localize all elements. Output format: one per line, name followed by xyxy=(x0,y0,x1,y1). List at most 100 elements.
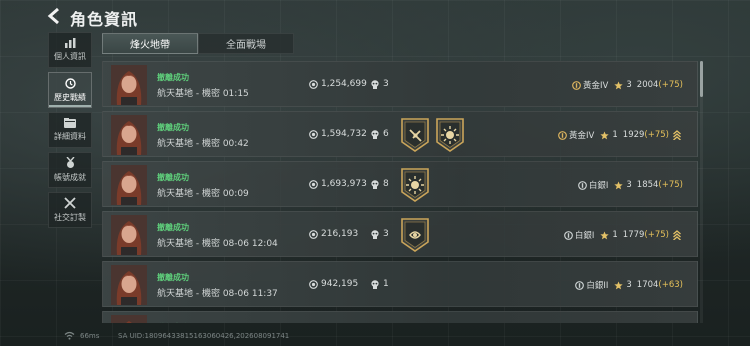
kills-value: 1 xyxy=(383,279,389,289)
character-avatar xyxy=(111,65,147,105)
skull-icon xyxy=(371,279,379,289)
match-kills: 6 xyxy=(371,129,389,139)
kills-value: 3 xyxy=(383,79,389,89)
bar-chart-icon xyxy=(64,38,75,48)
uid-text: SA UID:18096433815163060426,202608091741 xyxy=(118,332,290,340)
score-delta: (+75) xyxy=(658,180,683,190)
match-kills: 8 xyxy=(371,179,389,189)
character-avatar xyxy=(111,115,147,155)
rifle-badge-icon[interactable] xyxy=(401,118,429,152)
money-value: 942,195 xyxy=(321,279,359,289)
scrollbar[interactable] xyxy=(700,61,703,323)
match-rank: 白銀I 3 1854 (+75) xyxy=(577,179,683,191)
silver-rank-icon xyxy=(577,180,587,190)
sidebar: 個人資訊 歷史戰績 詳細資料 帳號成就 社交訂製 xyxy=(48,32,94,232)
kills-value: 3 xyxy=(383,229,389,239)
sidebar-item-achievements[interactable]: 帳號成就 xyxy=(48,152,92,188)
tab-warfare[interactable]: 全面戰場 xyxy=(198,33,294,54)
rank-score: 1929 xyxy=(622,130,645,140)
sidebar-item-history[interactable]: 歷史戰績 xyxy=(48,72,92,108)
star-icon xyxy=(600,230,609,239)
stars-count: 3 xyxy=(626,80,632,90)
folder-icon xyxy=(64,118,76,128)
skull-icon xyxy=(371,129,379,139)
silver-rank-icon xyxy=(575,280,585,290)
match-row[interactable]: 撤離失敗 xyxy=(102,311,698,323)
match-map-time: 航天基地 - 機密 01:15 xyxy=(157,89,249,99)
match-map-time: 航天基地 - 機密 08-06 12:04 xyxy=(157,239,278,249)
match-money: 1,594,732 xyxy=(309,129,367,139)
star-icon xyxy=(600,130,609,139)
stars-count: 1 xyxy=(612,130,618,140)
match-badges xyxy=(401,218,436,252)
scrollbar-thumb[interactable] xyxy=(700,61,703,97)
wifi-icon xyxy=(64,331,75,340)
back-arrow-icon[interactable] xyxy=(46,7,64,25)
match-row[interactable]: 撤離成功航天基地 - 機密 08-06 11:37 942,195 1 白銀II 3 17… xyxy=(102,261,698,307)
score-delta: (+75) xyxy=(644,130,669,140)
sidebar-item-details[interactable]: 詳細資料 xyxy=(48,112,92,148)
coin-icon xyxy=(309,79,318,89)
gold-rank-icon xyxy=(572,80,581,90)
page-title: 角色資訊 xyxy=(70,10,139,29)
rank-name: 白銀II xyxy=(586,281,609,291)
skull-icon xyxy=(371,179,379,189)
match-status: 撤離成功 xyxy=(157,73,189,82)
match-status: 撤離失敗 xyxy=(157,322,189,323)
match-row[interactable]: 撤離成功 航天基地 - 機密 00:09 1,693,973 8 白銀I 3 1854 (+7… xyxy=(102,161,698,207)
score-delta: (+75) xyxy=(644,230,669,240)
rank-score: 1704 xyxy=(636,280,659,290)
tools-icon xyxy=(64,197,76,209)
coin-icon xyxy=(309,129,318,139)
hand-badge-icon[interactable] xyxy=(401,218,429,252)
stars-count: 3 xyxy=(626,280,632,290)
coin-icon xyxy=(309,179,318,189)
burst-badge-icon[interactable] xyxy=(401,168,429,202)
match-money: 216,193 xyxy=(309,229,358,239)
money-value: 1,693,973 xyxy=(321,179,367,189)
gold-rank-icon xyxy=(558,130,567,140)
footer: 66ms SA UID:18096433815163060426,2026080… xyxy=(0,328,750,346)
match-map-time: 航天基地 - 機密 00:42 xyxy=(157,139,249,149)
score-delta: (+63) xyxy=(658,280,683,290)
rank-name: 白銀I xyxy=(588,181,609,191)
header: 角色資訊 xyxy=(0,0,750,34)
sidebar-item-label: 社交訂製 xyxy=(54,213,86,222)
match-row[interactable]: 撤離成功 航天基地 - 機密 01:15 1,254,699 3 黃金IV 3 2004 (+… xyxy=(102,61,698,107)
match-kills: 3 xyxy=(371,229,389,239)
sidebar-item-profile[interactable]: 個人資訊 xyxy=(48,32,92,68)
sidebar-item-label: 歷史戰績 xyxy=(54,92,86,102)
silver-rank-icon xyxy=(563,230,573,240)
rank-name: 黃金IV xyxy=(569,131,595,141)
clock-icon xyxy=(64,77,76,89)
mode-tabs: 烽火地帶 全面戰場 xyxy=(102,33,294,54)
rank-score: 1854 xyxy=(636,180,659,190)
match-row[interactable]: 撤離成功航天基地 - 機密 00:42 1,594,732 6 黃金IV 1 1929 (+… xyxy=(102,111,698,157)
tab-operations[interactable]: 烽火地帶 xyxy=(102,33,198,54)
star-icon xyxy=(614,80,623,89)
match-map-time: 航天基地 - 機密 08-06 11:37 xyxy=(157,289,278,299)
match-rank: 白銀I 1 1779 (+75) xyxy=(563,229,683,241)
sidebar-item-social[interactable]: 社交訂製 xyxy=(48,192,92,228)
coin-icon xyxy=(309,229,318,239)
medal-icon xyxy=(65,157,75,168)
sidebar-item-label: 帳號成就 xyxy=(54,173,86,182)
match-row[interactable]: 撤離成功 航天基地 - 機密 08-06 12:04 216,193 3 白銀I 1 177… xyxy=(102,211,698,257)
kills-value: 6 xyxy=(383,129,389,139)
match-rank: 白銀II 3 1704 (+63) xyxy=(575,279,683,291)
character-avatar xyxy=(111,215,147,255)
rank-score: 2004 xyxy=(636,80,659,90)
rank-name: 白銀I xyxy=(574,231,595,241)
ping-text: 66ms xyxy=(80,332,100,340)
match-status: 撤離成功 xyxy=(157,273,189,282)
match-badges xyxy=(401,168,436,202)
money-value: 1,594,732 xyxy=(321,129,367,139)
rank-name: 黃金IV xyxy=(583,81,609,91)
character-avatar xyxy=(111,165,147,205)
burst-badge-icon[interactable] xyxy=(436,118,464,152)
rank-score: 1779 xyxy=(622,230,645,240)
match-rank: 黃金IV 1 1929 (+75) xyxy=(558,129,683,141)
match-money: 1,693,973 xyxy=(309,179,367,189)
match-rank: 黃金IV 3 2004 (+75) xyxy=(572,79,683,91)
match-status: 撤離成功 xyxy=(157,123,189,132)
